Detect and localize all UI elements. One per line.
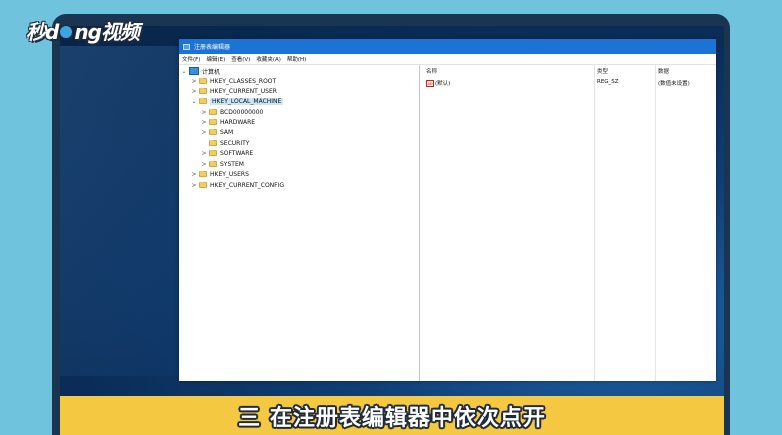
caption-bar: 三 在注册表编辑器中依次点开 <box>60 396 724 435</box>
string-value-icon: ab <box>426 79 434 87</box>
chevron-down-icon[interactable]: ⌄ <box>191 98 197 105</box>
folder-icon <box>209 160 217 167</box>
caption-text: 三 在注册表编辑器中依次点开 <box>238 405 546 431</box>
chevron-right-icon[interactable]: > <box>201 161 207 168</box>
chevron-right-icon[interactable]: > <box>191 171 197 178</box>
tree-item-hkcu[interactable]: > HKEY_CURRENT_USER <box>191 86 277 96</box>
menu-view[interactable]: 查看(V) <box>231 55 250 63</box>
tree-item-hku[interactable]: > HKEY_USERS <box>191 169 249 179</box>
folder-icon <box>209 139 217 146</box>
folder-icon <box>209 128 217 135</box>
menu-bar: 文件(F) 编辑(E) 查看(V) 收藏夹(A) 帮助(H) <box>179 54 716 65</box>
computer-icon <box>189 67 199 75</box>
folder-icon <box>199 77 207 84</box>
folder-icon <box>199 170 207 177</box>
menu-file[interactable]: 文件(F) <box>182 55 200 63</box>
chevron-right-icon[interactable]: > <box>201 150 207 157</box>
tree-item-computer[interactable]: ⌄ 计算机 <box>181 66 220 76</box>
values-list: 名称 类型 数据 ab (默认) REG_SZ (数值未设置) <box>422 65 716 381</box>
value-type: REG_SZ <box>597 79 619 85</box>
chevron-right-icon[interactable]: > <box>201 129 207 136</box>
tree-item-hkcc[interactable]: > HKEY_CURRENT_CONFIG <box>191 180 284 190</box>
value-row-default[interactable]: ab (默认) <box>426 79 450 87</box>
column-header-type[interactable]: 类型 <box>597 67 608 75</box>
value-name: (默认) <box>435 81 451 87</box>
menu-help[interactable]: 帮助(H) <box>287 55 306 63</box>
menu-favorites[interactable]: 收藏夹(A) <box>256 55 281 63</box>
menu-edit[interactable]: 编辑(E) <box>206 55 225 63</box>
column-header-data[interactable]: 数据 <box>658 67 669 75</box>
folder-icon <box>209 118 217 125</box>
chevron-right-icon[interactable]: > <box>191 88 197 95</box>
tree-item-system[interactable]: > SYSTEM <box>201 159 244 169</box>
chevron-down-icon[interactable]: ⌄ <box>181 68 187 75</box>
tree-item-bcd[interactable]: > BCD00000000 <box>201 107 263 117</box>
tree-item-hkcr[interactable]: > HKEY_CLASSES_ROOT <box>191 76 276 86</box>
chevron-right-icon[interactable]: > <box>201 119 207 126</box>
folder-icon <box>199 97 207 104</box>
registry-tree: ⌄ 计算机 > HKEY_CLASSES_ROOT > HKEY_CURRENT… <box>179 65 420 381</box>
folder-icon <box>199 87 207 94</box>
column-header-name[interactable]: 名称 <box>426 67 437 75</box>
title-bar[interactable]: 注册表编辑器 <box>179 39 716 54</box>
regedit-app-icon <box>183 43 190 50</box>
window-title: 注册表编辑器 <box>194 44 231 51</box>
chevron-right-icon[interactable]: > <box>201 109 207 116</box>
chevron-right-icon[interactable]: > <box>191 182 197 189</box>
folder-icon <box>209 149 217 156</box>
tree-item-security[interactable]: SECURITY <box>201 138 249 148</box>
tree-item-hardware[interactable]: > HARDWARE <box>201 117 255 127</box>
folder-icon <box>209 108 217 115</box>
folder-icon <box>199 181 207 188</box>
tree-item-hklm[interactable]: ⌄ HKEY_LOCAL_MACHINE <box>191 96 284 106</box>
chevron-right-icon[interactable]: > <box>191 78 197 85</box>
registry-editor-window: 注册表编辑器 文件(F) 编辑(E) 查看(V) 收藏夹(A) 帮助(H) ⌄ … <box>179 39 716 381</box>
value-data: (数值未设置) <box>658 81 690 87</box>
play-icon <box>59 24 74 39</box>
brand-logo: 秒d ng视频 <box>26 20 140 44</box>
tree-item-software[interactable]: > SOFTWARE <box>201 148 253 158</box>
tree-item-sam[interactable]: > SAM <box>201 127 233 137</box>
